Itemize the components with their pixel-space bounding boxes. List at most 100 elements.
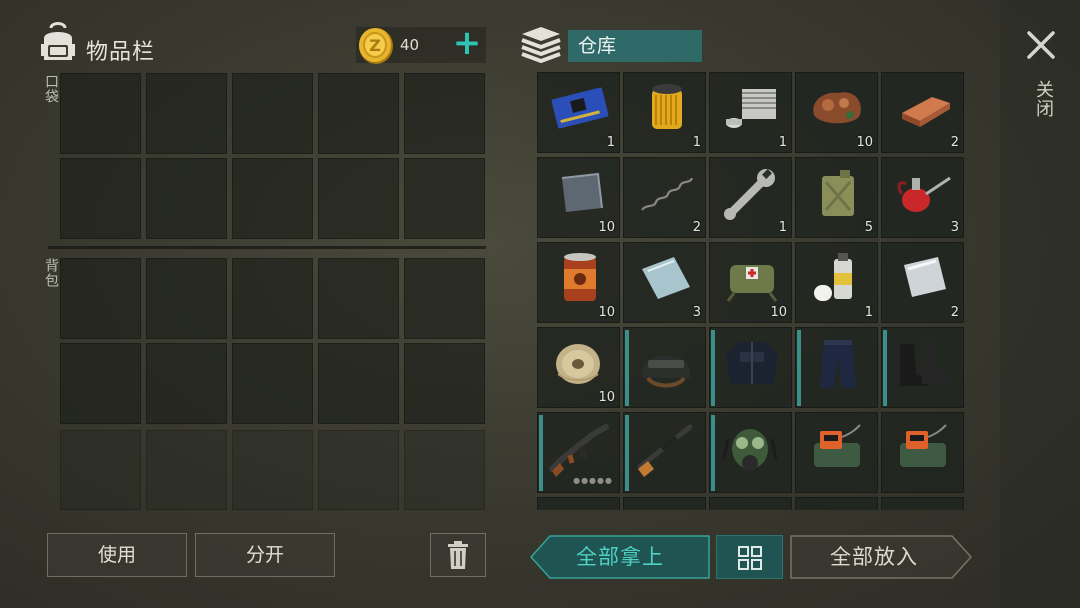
- inventory-slot[interactable]: [404, 343, 485, 424]
- storage-item-tactical-helmet[interactable]: [623, 327, 706, 408]
- inventory-slot[interactable]: [404, 430, 485, 510]
- item-quantity: 1: [778, 220, 787, 235]
- put-all-button[interactable]: 全部放入: [790, 535, 972, 579]
- inventory-slot[interactable]: [232, 158, 313, 239]
- combat-boots-icon: [900, 342, 950, 386]
- storage-item-explosive-charge[interactable]: [795, 412, 878, 493]
- use-button[interactable]: 使用: [47, 533, 187, 577]
- put-all-label: 全部放入: [830, 545, 918, 569]
- assault-rifle-icon: [549, 424, 609, 477]
- storage-slot-empty[interactable]: [623, 497, 706, 510]
- split-button[interactable]: 分开: [195, 533, 335, 577]
- storage-item-wire-spool[interactable]: 10: [537, 327, 620, 408]
- add-coins-button[interactable]: +: [450, 24, 484, 62]
- inventory-slot[interactable]: [60, 430, 141, 510]
- inventory-slot[interactable]: [232, 343, 313, 424]
- storage-item-spring[interactable]: 2: [623, 157, 706, 238]
- storage-item-oil-can[interactable]: 3: [881, 157, 964, 238]
- equipment-marker: [883, 330, 887, 406]
- inventory-slot[interactable]: [146, 430, 227, 510]
- storage-item-explosive-charge[interactable]: [881, 412, 964, 493]
- inventory-slot[interactable]: [232, 258, 313, 339]
- storage-item-spray-paint[interactable]: 1: [795, 242, 878, 323]
- close-button[interactable]: [1024, 28, 1058, 62]
- svg-text:Z: Z: [369, 36, 381, 55]
- storage-item-assault-rifle[interactable]: ●●●●●: [537, 412, 620, 493]
- storage-item-jerry-can[interactable]: 5: [795, 157, 878, 238]
- item-quantity: 1: [692, 135, 701, 150]
- inventory-slot[interactable]: [146, 158, 227, 239]
- storage-item-police-pants[interactable]: [795, 327, 878, 408]
- trash-icon: [448, 541, 468, 569]
- inventory-slot[interactable]: [146, 258, 227, 339]
- storage-slot-empty[interactable]: [709, 497, 792, 510]
- storage-item-copper-ore[interactable]: 10: [795, 72, 878, 153]
- section-divider: [48, 246, 486, 249]
- storage-item-first-aid-bag[interactable]: 10: [709, 242, 792, 323]
- inventory-slot[interactable]: [318, 158, 399, 239]
- inventory-slot[interactable]: [404, 158, 485, 239]
- inventory-slot[interactable]: [232, 73, 313, 154]
- item-quantity: 1: [864, 305, 873, 320]
- storage-item-combat-boots[interactable]: [881, 327, 964, 408]
- backpack-label: 背包: [43, 258, 59, 288]
- item-quantity: 2: [950, 305, 959, 320]
- iron-plate-icon: [561, 172, 603, 212]
- glass-pane-icon: [642, 257, 690, 299]
- grid-view-icon: [738, 546, 762, 570]
- storage-item-wrench[interactable]: 1: [709, 157, 792, 238]
- item-quantity: 10: [598, 305, 615, 320]
- police-pants-icon: [820, 340, 856, 388]
- first-aid-bag-icon: [726, 265, 778, 302]
- item-quantity: 2: [692, 220, 701, 235]
- circuit-board-icon: [551, 87, 609, 129]
- inventory-slot[interactable]: [146, 343, 227, 424]
- take-all-button[interactable]: 全部拿上: [530, 535, 710, 579]
- inventory-slot[interactable]: [404, 258, 485, 339]
- trash-button[interactable]: [430, 533, 486, 577]
- storage-item-canned-food[interactable]: 10: [537, 242, 620, 323]
- item-quantity: 10: [598, 220, 615, 235]
- item-quantity: 10: [856, 135, 873, 150]
- inventory-slot[interactable]: [60, 258, 141, 339]
- storage-slot-empty[interactable]: [795, 497, 878, 510]
- inventory-slot[interactable]: [60, 343, 141, 424]
- inventory-slot[interactable]: [318, 73, 399, 154]
- copper-ingot-icon: [902, 97, 950, 127]
- steel-sheet-icon: [904, 257, 946, 297]
- storage-item-sniper-rifle[interactable]: [623, 412, 706, 493]
- storage-item-gas-mask[interactable]: [709, 412, 792, 493]
- close-label: 关闭: [1033, 80, 1054, 118]
- durability-dots: ●●●●●: [573, 476, 613, 485]
- storage-item-oil-filter[interactable]: 1: [623, 72, 706, 153]
- pocket-label: 口袋: [43, 74, 59, 104]
- inventory-slot[interactable]: [232, 430, 313, 510]
- storage-item-circuit-board[interactable]: 1: [537, 72, 620, 153]
- storage-item-copper-ingot[interactable]: 2: [881, 72, 964, 153]
- storage-item-glass-pane[interactable]: 3: [623, 242, 706, 323]
- inventory-slot[interactable]: [404, 73, 485, 154]
- storage-item-police-jacket[interactable]: [709, 327, 792, 408]
- storage-item-engine-cylinder[interactable]: 1: [709, 72, 792, 153]
- equipment-marker: [797, 330, 801, 406]
- inventory-slot[interactable]: [318, 343, 399, 424]
- inventory-title: 物品栏: [86, 40, 156, 65]
- grid-view-button[interactable]: [716, 535, 783, 579]
- storage-item-steel-sheet[interactable]: 2: [881, 242, 964, 323]
- inventory-slot[interactable]: [60, 158, 141, 239]
- inventory-slot[interactable]: [60, 73, 141, 154]
- item-quantity: 3: [950, 220, 959, 235]
- storage-grid: 1 1 1 10 2 10 2 1 5 3 10 3 10 1 2 10 ●●●●●: [537, 72, 965, 510]
- take-all-label: 全部拿上: [576, 545, 664, 569]
- inventory-slot[interactable]: [318, 258, 399, 339]
- explosive-charge-icon: [814, 424, 861, 467]
- inventory-slot[interactable]: [146, 73, 227, 154]
- item-quantity: 2: [950, 135, 959, 150]
- storage-slot-empty[interactable]: [537, 497, 620, 510]
- storage-slot-empty[interactable]: [881, 497, 964, 510]
- storage-item-iron-plate[interactable]: 10: [537, 157, 620, 238]
- backpack-icon: [38, 20, 78, 64]
- inventory-slot[interactable]: [318, 430, 399, 510]
- oil-can-icon: [897, 176, 951, 212]
- storage-box-icon: [518, 24, 564, 64]
